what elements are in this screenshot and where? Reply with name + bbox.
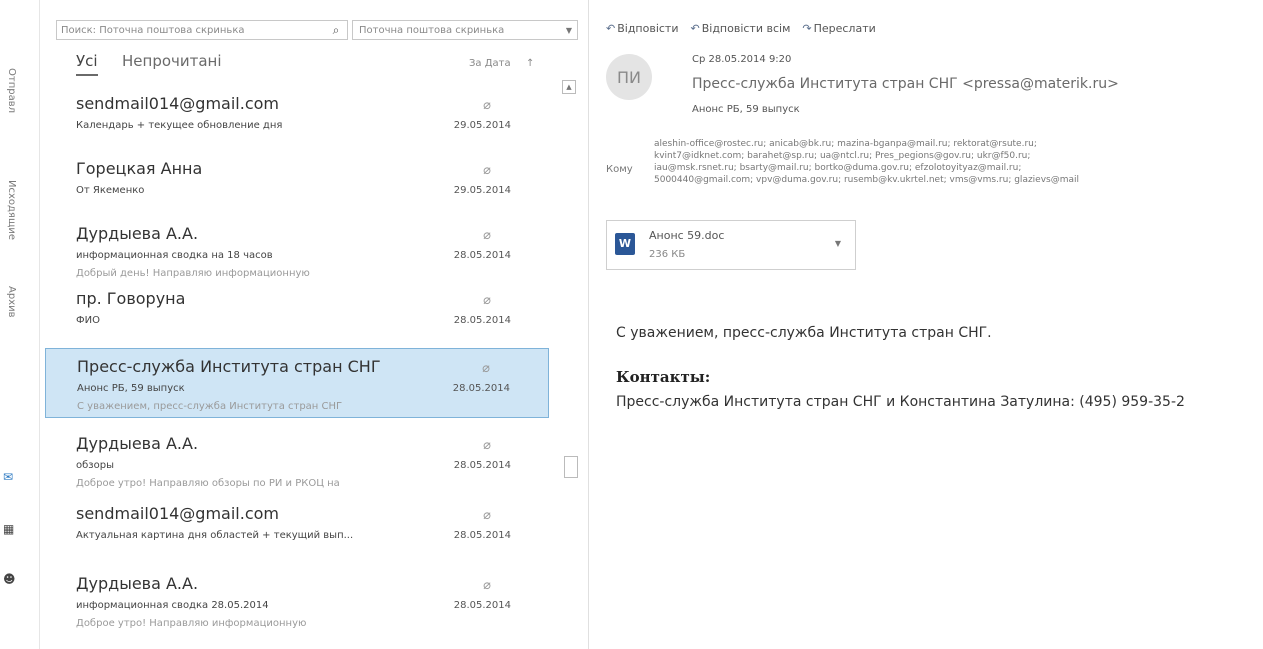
search-input[interactable]: Поиск: Поточна поштова скринька ⌕ <box>56 20 348 40</box>
avatar: ПИ <box>606 54 652 100</box>
reply-label: Відповісти <box>617 22 679 35</box>
attachment-paperclip-icon: ⌀ <box>483 98 491 113</box>
word-doc-icon: W <box>615 233 635 255</box>
attachment-paperclip-icon: ⌀ <box>483 293 491 308</box>
attachment-paperclip-icon: ⌀ <box>483 228 491 243</box>
navigation-strip: Отправл Исходящие Архив ✉ ▦ ☻ <box>0 0 40 649</box>
attachment-name: Анонс 59.doc <box>649 229 725 242</box>
message-subject: информационная сводка на 18 часов <box>76 250 273 261</box>
message-preview: Добрый день! Направляю информационную <box>76 268 310 279</box>
sort-by-date[interactable]: За Дата <box>469 58 511 69</box>
contacts-text: Пресс-служба Института стран СНГ и Конст… <box>616 394 1185 410</box>
message-date: 28.05.2014 <box>453 460 511 471</box>
message-actions: ↶ Відповісти ↶ Відповісти всім ↷ Пересла… <box>606 22 876 35</box>
attachment-paperclip-icon: ⌀ <box>483 578 491 593</box>
message-sender: Дурдыева А.А. <box>76 574 199 593</box>
message-preview: Доброе утро! Направляю обзоры по РИ и РК… <box>76 478 340 489</box>
recipients-line[interactable]: kvint7@idknet.com; barahet@sp.ru; ua@ntc… <box>654 150 1263 162</box>
forward-icon: ↷ <box>802 22 812 35</box>
reply-all-icon: ↶ <box>690 22 700 35</box>
sent-datetime: Ср 28.05.2014 9:20 <box>692 54 792 65</box>
search-placeholder: Поиск: Поточна поштова скринька <box>61 24 245 36</box>
forward-button[interactable]: ↷ Переслати <box>802 22 875 35</box>
mail-icon[interactable]: ✉ <box>3 470 17 484</box>
message-subject: Актуальная картина дня областей + текущи… <box>76 530 354 541</box>
attachment-paperclip-icon: ⌀ <box>483 163 491 178</box>
recipients-list: aleshin-office@rostec.ru; anicab@bk.ru; … <box>654 138 1263 186</box>
message-sender: sendmail014@gmail.com <box>76 504 279 523</box>
message-subject: обзоры <box>76 460 114 471</box>
attachment-size: 236 КБ <box>649 249 686 260</box>
message-sender: sendmail014@gmail.com <box>76 94 279 113</box>
attachment-paperclip-icon: ⌀ <box>483 438 491 453</box>
reply-all-button[interactable]: ↶ Відповісти всім <box>691 22 791 35</box>
message-list-pane: Поиск: Поточна поштова скринька ⌕ Поточн… <box>44 0 584 649</box>
contacts-heading: Контакты: <box>616 368 711 386</box>
attachment-paperclip-icon: ⌀ <box>483 508 491 523</box>
search-row: Поиск: Поточна поштова скринька ⌕ Поточн… <box>56 20 578 40</box>
message-item-selected[interactable]: Пресс-служба Института стран СНГ Анонс Р… <box>45 348 549 418</box>
pane-divider[interactable] <box>588 0 589 649</box>
tab-all[interactable]: Усі <box>76 52 98 76</box>
message-subject: Календарь + текущее обновление дня <box>76 120 283 131</box>
attachment-paperclip-icon: ⌀ <box>482 361 490 376</box>
calendar-icon[interactable]: ▦ <box>3 522 17 536</box>
signature-text: С уважением, пресс-служба Института стра… <box>616 325 992 341</box>
scroll-up-button[interactable]: ▲ <box>562 80 576 94</box>
message-sender: пр. Говоруна <box>76 289 186 308</box>
message-date: 28.05.2014 <box>452 383 510 394</box>
forward-label: Переслати <box>813 22 876 35</box>
sort-direction-icon[interactable]: ↑ <box>526 58 534 69</box>
reply-all-label: Відповісти всім <box>701 22 791 35</box>
sender-address[interactable]: Пресс-служба Института стран СНГ <pressa… <box>692 76 1119 92</box>
message-subject: ФИО <box>76 315 100 326</box>
message-subject: От Якеменко <box>76 185 145 196</box>
message-subject: информационная сводка 28.05.2014 <box>76 600 269 611</box>
search-icon[interactable]: ⌕ <box>325 23 347 38</box>
attachment-menu-chevron-icon[interactable]: ▼ <box>835 239 841 248</box>
message-date: 29.05.2014 <box>453 120 511 131</box>
people-icon[interactable]: ☻ <box>3 572 17 586</box>
message-item[interactable]: sendmail014@gmail.com Актуальная картина… <box>45 496 549 566</box>
recipients-line[interactable]: iau@msk.rsnet.ru; bsarty@mail.ru; bortko… <box>654 162 1263 174</box>
nav-label-outbox[interactable]: Исходящие <box>6 180 17 240</box>
message-sender: Дурдыева А.А. <box>76 224 199 243</box>
message-subject-heading: Анонс РБ, 59 выпуск <box>692 104 800 115</box>
message-preview: С уважением, пресс-служба Института стра… <box>77 401 343 412</box>
search-scope-select[interactable]: Поточна поштова скринька ▼ <box>352 20 578 40</box>
tab-unread[interactable]: Непрочитані <box>122 52 222 70</box>
message-item[interactable]: Дурдыева А.А. информационная сводка 28.0… <box>45 566 549 636</box>
message-item[interactable]: пр. Говоруна ФИО ⌀ 28.05.2014 <box>45 281 549 351</box>
message-subject: Анонс РБ, 59 выпуск <box>77 383 185 394</box>
recipients-line[interactable]: 5000440@gmail.com; vpv@duma.gov.ru; ruse… <box>654 174 1263 186</box>
reading-pane: ↶ Відповісти ↶ Відповісти всім ↷ Пересла… <box>596 0 1263 649</box>
to-label: Кому <box>606 164 633 175</box>
message-sender: Горецкая Анна <box>76 159 203 178</box>
message-item[interactable]: Дурдыева А.А. обзоры Доброе утро! Направ… <box>45 426 549 496</box>
message-item[interactable]: Горецкая Анна От Якеменко ⌀ 29.05.2014 <box>45 151 549 221</box>
message-date: 29.05.2014 <box>453 185 511 196</box>
message-item[interactable]: sendmail014@gmail.com Календарь + текуще… <box>45 86 549 156</box>
message-item[interactable]: Дурдыева А.А. информационная сводка на 1… <box>45 216 549 286</box>
nav-label-sent[interactable]: Отправл <box>6 68 17 113</box>
reply-button[interactable]: ↶ Відповісти <box>606 22 679 35</box>
message-sender: Пресс-служба Института стран СНГ <box>77 357 381 376</box>
message-date: 28.05.2014 <box>453 250 511 261</box>
message-date: 28.05.2014 <box>453 530 511 541</box>
message-sender: Дурдыева А.А. <box>76 434 199 453</box>
reply-icon: ↶ <box>606 22 616 35</box>
message-preview: Доброе утро! Направляю информационную <box>76 618 307 629</box>
attachment-card[interactable]: W Анонс 59.doc 236 КБ ▼ <box>606 220 856 270</box>
search-scope-label: Поточна поштова скринька <box>359 24 505 36</box>
scrollbar-thumb[interactable] <box>564 456 578 478</box>
chevron-down-icon: ▼ <box>565 25 573 35</box>
message-date: 28.05.2014 <box>453 315 511 326</box>
nav-label-archive[interactable]: Архив <box>6 286 17 318</box>
recipients-line[interactable]: aleshin-office@rostec.ru; anicab@bk.ru; … <box>654 138 1263 150</box>
message-date: 28.05.2014 <box>453 600 511 611</box>
filter-tabs: Усі Непрочитані За Дата ↑ <box>76 52 566 78</box>
